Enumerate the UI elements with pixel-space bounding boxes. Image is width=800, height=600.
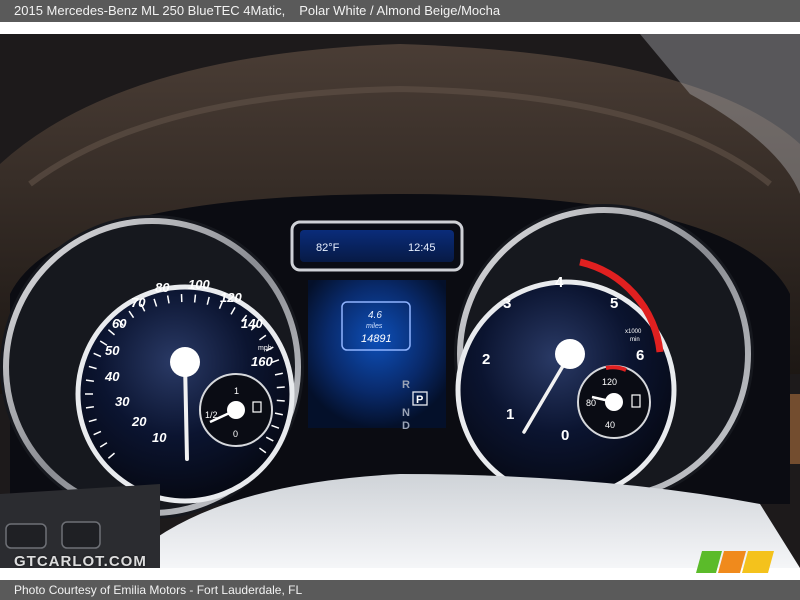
tachometer: 1 2 3 4 5 6 0 x1000 min 120 80 40 xyxy=(454,204,754,504)
tach-tick-3: 3 xyxy=(503,295,511,312)
speed-tick-mark xyxy=(276,386,285,389)
speed-tick-20: 20 xyxy=(131,414,147,429)
coolant-gauge: 120 80 40 xyxy=(577,365,651,439)
trip-distance: 4.6 xyxy=(368,310,382,321)
tach-hub xyxy=(555,339,585,369)
coolant-high: 120 xyxy=(602,377,617,387)
speed-tick-160: 160 xyxy=(251,354,273,369)
speed-tick-140: 140 xyxy=(241,316,263,331)
speed-tick-100: 100 xyxy=(188,277,210,292)
tach-tick-2: 2 xyxy=(482,351,490,368)
speed-tick-10: 10 xyxy=(152,430,167,445)
coolant-mid: 80 xyxy=(586,398,596,408)
coolant-low: 40 xyxy=(605,420,615,430)
temperature-readout: 82°F xyxy=(316,242,340,254)
speed-tick-70: 70 xyxy=(131,295,146,310)
speed-tick-60: 60 xyxy=(112,316,127,331)
speed-hub xyxy=(170,347,200,377)
speed-tick-80: 80 xyxy=(155,280,170,295)
watermark: GTCARLOT.COM xyxy=(14,553,147,570)
caption-title: 2015 Mercedes-Benz ML 250 BlueTEC 4Matic… xyxy=(14,3,286,18)
gear-r: R xyxy=(402,379,410,391)
tach-tick-4: 4 xyxy=(555,274,564,291)
gear-d: D xyxy=(402,420,410,432)
caption-colors: Polar White / Almond Beige/Mocha xyxy=(299,3,501,18)
speed-tick-50: 50 xyxy=(105,343,120,358)
speed-tick-mark xyxy=(276,399,285,402)
speed-tick-30: 30 xyxy=(115,394,130,409)
tach-tick-6: 6 xyxy=(636,347,644,364)
speed-unit: mph xyxy=(258,345,272,352)
speed-tick-mark xyxy=(193,294,197,303)
speed-tick-120: 120 xyxy=(220,290,242,305)
center-display: 82°F 12:45 4.6 miles 14891 R N D P xyxy=(290,220,464,432)
trip-unit: miles xyxy=(366,323,383,330)
photo-credit: Photo Courtesy of Emilia Motors - Fort L… xyxy=(14,583,303,597)
gear-n: N xyxy=(402,407,410,419)
caption-bar: 2015 Mercedes-Benz ML 250 BlueTEC 4Matic… xyxy=(0,0,800,22)
tach-unit-top: x1000 xyxy=(625,329,642,335)
fuel-empty: 0 xyxy=(233,429,238,439)
speed-tick-40: 40 xyxy=(104,369,120,384)
tach-unit-bottom: min xyxy=(630,337,640,343)
tach-tick-1: 1 xyxy=(506,406,514,423)
tach-tick-5: 5 xyxy=(610,295,618,312)
speedometer: 10 20 30 40 50 60 70 80 100 120 140 160 … xyxy=(0,215,304,519)
clock-readout: 12:45 xyxy=(408,242,436,254)
gtcarlot-logo-icon xyxy=(696,551,774,573)
credit-bar: Photo Courtesy of Emilia Motors - Fort L… xyxy=(0,580,800,600)
tach-tick-0: 0 xyxy=(561,427,569,444)
gear-p: P xyxy=(416,394,423,406)
fuel-gauge: 1 1/2 0 xyxy=(199,373,273,447)
odometer-readout: 14891 xyxy=(361,333,392,345)
fuel-full: 1 xyxy=(234,386,239,396)
dashboard-photo: 10 20 30 40 50 60 70 80 100 120 140 160 … xyxy=(0,34,800,568)
